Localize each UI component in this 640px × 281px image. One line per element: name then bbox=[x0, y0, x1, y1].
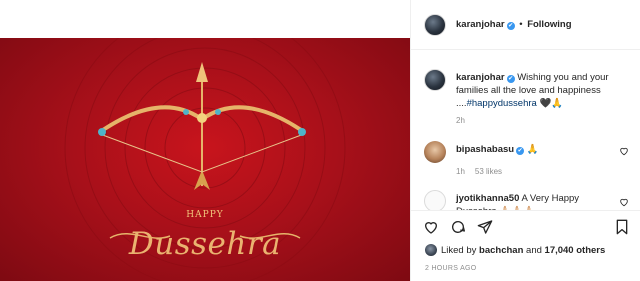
instagram-post: HAPPY Dussehra karanjohar ✔ • Following k… bbox=[0, 0, 640, 281]
caption-emoji: 🖤🙏 bbox=[539, 98, 564, 109]
author-line: karanjohar ✔ • Following bbox=[456, 19, 572, 30]
arrow-head bbox=[196, 62, 208, 82]
verified-icon: ✔ bbox=[516, 147, 525, 155]
likes-prefix: Liked by bbox=[441, 245, 477, 256]
likes-count[interactable]: 17,040 others bbox=[545, 245, 606, 256]
image-happy-text: HAPPY bbox=[186, 210, 224, 220]
caption-avatar[interactable] bbox=[424, 69, 446, 91]
bow-tip-right bbox=[298, 128, 306, 136]
comment-text: jyotikhanna50 A Very Happy Dussehra 🙏🏻🙏🏻… bbox=[456, 192, 616, 210]
following-button[interactable]: Following bbox=[527, 19, 571, 30]
post-side-panel: karanjohar ✔ • Following karanjohar ✔ Wish… bbox=[410, 0, 640, 281]
post-timestamp: 2 HOURS AGO bbox=[425, 265, 477, 272]
commenter-avatar[interactable] bbox=[424, 141, 446, 163]
comment-body: 🙏 bbox=[526, 144, 539, 155]
author-avatar[interactable] bbox=[424, 14, 446, 36]
comment-likes[interactable]: 53 likes bbox=[475, 167, 502, 176]
like-heart-icon[interactable] bbox=[423, 219, 439, 235]
caption-text: karanjohar ✔ Wishing you and your familie… bbox=[456, 71, 636, 110]
comment-like-heart-icon[interactable] bbox=[619, 197, 629, 207]
commenter-username[interactable]: bipashabasu bbox=[456, 144, 514, 155]
image-title-text: Dussehra bbox=[128, 226, 282, 262]
arrow-fletching bbox=[194, 170, 210, 190]
bow-gem-left bbox=[183, 109, 189, 115]
verified-icon: ✔ bbox=[506, 75, 515, 83]
comment-meta: 1h 53 likes bbox=[456, 167, 502, 176]
comment-time: 1h bbox=[456, 167, 465, 176]
action-bar bbox=[411, 213, 640, 241]
likes-summary: Liked by bachchan and 17,040 others bbox=[425, 244, 605, 258]
post-header: karanjohar ✔ • Following bbox=[411, 0, 640, 50]
share-paper-plane-icon[interactable] bbox=[477, 219, 493, 235]
post-image[interactable]: HAPPY Dussehra bbox=[0, 38, 410, 281]
commenter-avatar[interactable] bbox=[424, 190, 446, 210]
verified-icon: ✔ bbox=[506, 22, 515, 30]
comment-text: bipashabasu ✔ 🙏 bbox=[456, 144, 539, 155]
commenter-username[interactable]: jyotikhanna50 bbox=[456, 193, 519, 204]
caption-time: 2h bbox=[456, 116, 465, 125]
liker-avatar[interactable] bbox=[425, 244, 437, 256]
comment-bubble-icon[interactable] bbox=[450, 219, 466, 235]
comments-section[interactable]: karanjohar ✔ Wishing you and your familie… bbox=[411, 51, 640, 211]
bow-tip-left bbox=[98, 128, 106, 136]
likes-middle: and bbox=[526, 245, 542, 256]
caption-username[interactable]: karanjohar bbox=[456, 72, 505, 83]
save-bookmark-icon[interactable] bbox=[614, 219, 630, 235]
author-username[interactable]: karanjohar bbox=[456, 19, 505, 30]
comment-like-heart-icon[interactable] bbox=[619, 146, 629, 156]
separator-dot: • bbox=[519, 19, 523, 30]
hashtag-link[interactable]: #happydussehra bbox=[467, 98, 537, 109]
bow-gem-right bbox=[215, 109, 221, 115]
bow-gem-center bbox=[197, 113, 207, 123]
liker-username[interactable]: bachchan bbox=[479, 245, 523, 256]
